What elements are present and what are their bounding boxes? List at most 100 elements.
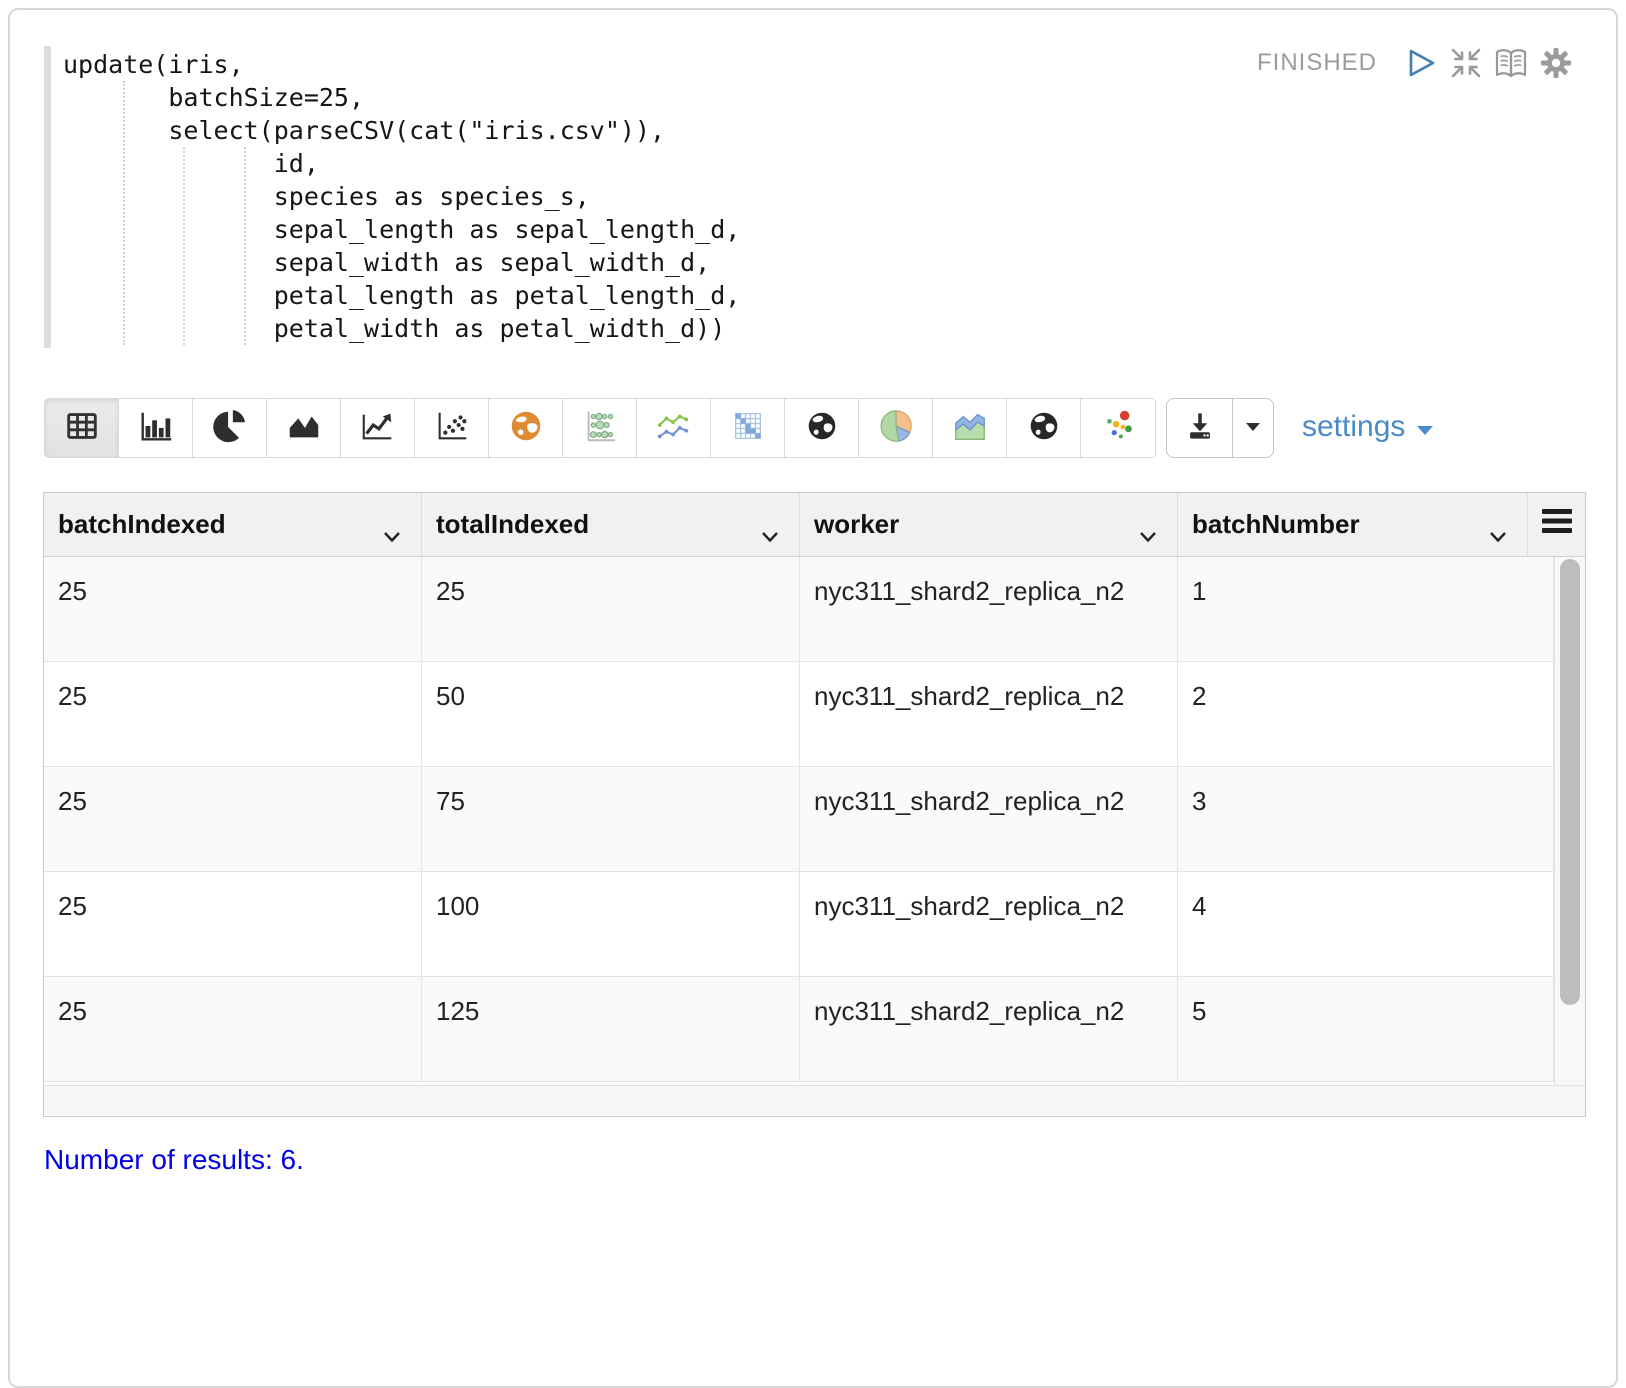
- code-line: id,: [63, 147, 740, 180]
- hamburger-menu-icon: [1541, 508, 1573, 541]
- cell-totalindexed: 25: [422, 557, 800, 661]
- code-line: sepal_length as sepal_length_d,: [63, 213, 740, 246]
- scrollbar-thumb[interactable]: [1560, 559, 1580, 1005]
- status-badge: FINISHED: [1257, 49, 1377, 77]
- table-header-row: batchIndexed totalIndexed worker batchNu…: [44, 493, 1585, 557]
- code-line: petal_width as petal_width_d)): [63, 312, 740, 345]
- scatter-color-button[interactable]: [1081, 399, 1155, 457]
- cell-worker: nyc311_shard2_replica_n2: [800, 557, 1178, 661]
- download-split-button: [1166, 398, 1274, 458]
- code-line: sepal_width as sepal_width_d,: [63, 246, 740, 279]
- map-globe-dark-2-button[interactable]: [1007, 399, 1081, 457]
- column-header-label: batchIndexed: [58, 509, 226, 540]
- pie-color-button[interactable]: [859, 399, 933, 457]
- table-button[interactable]: [45, 399, 119, 457]
- book-icon[interactable]: [1494, 47, 1528, 79]
- code-block: update(iris, batchSize=25, select(parseC…: [63, 48, 740, 345]
- area-chart-button[interactable]: [267, 399, 341, 457]
- chart-type-group: [44, 398, 1156, 458]
- editor-gutter-bar: [44, 46, 51, 348]
- download-icon: [1182, 408, 1218, 449]
- cell-totalindexed: 75: [422, 767, 800, 871]
- multi-line-chart-button[interactable]: [637, 399, 711, 457]
- column-header-label: batchNumber: [1192, 509, 1360, 540]
- table-row[interactable]: 25 50 nyc311_shard2_replica_n2 2: [44, 662, 1585, 767]
- column-header-label: worker: [814, 509, 899, 540]
- globe-dark-icon: [803, 407, 841, 450]
- table-footer-strip: [44, 1085, 1585, 1115]
- scatter-chart-button[interactable]: [415, 399, 489, 457]
- cell-worker: nyc311_shard2_replica_n2: [800, 977, 1178, 1081]
- chevron-down-icon[interactable]: [383, 519, 401, 550]
- table-row[interactable]: 25 100 nyc311_shard2_replica_n2 4: [44, 872, 1585, 977]
- cell-worker: nyc311_shard2_replica_n2: [800, 662, 1178, 766]
- cell-batchnumber: 1: [1178, 557, 1554, 661]
- stacked-area-button[interactable]: [933, 399, 1007, 457]
- map-globe-orange-button[interactable]: [489, 399, 563, 457]
- chevron-down-icon[interactable]: [1489, 519, 1507, 550]
- chevron-down-icon[interactable]: [1139, 519, 1157, 550]
- cell-totalindexed: 50: [422, 662, 800, 766]
- code-line: petal_length as petal_length_d,: [63, 279, 740, 312]
- code-line: species as species_s,: [63, 180, 740, 213]
- table-icon: [63, 407, 101, 450]
- cell-batchindexed: 25: [44, 872, 422, 976]
- globe-orange-icon: [507, 407, 545, 450]
- cell-batchnumber: 3: [1178, 767, 1554, 871]
- table-row[interactable]: 25 25 nyc311_shard2_replica_n2 1: [44, 557, 1585, 662]
- cell-batchnumber: 4: [1178, 872, 1554, 976]
- line-chart-button[interactable]: [341, 399, 415, 457]
- cell-batchindexed: 25: [44, 557, 422, 661]
- scatter-chart-icon: [433, 407, 471, 450]
- heatmap-icon: [729, 407, 767, 450]
- paragraph-controls: FINISHED: [1257, 44, 1573, 82]
- download-button[interactable]: [1167, 399, 1233, 457]
- bubble-matrix-button[interactable]: [563, 399, 637, 457]
- table-row[interactable]: 25 75 nyc311_shard2_replica_n2 3: [44, 767, 1585, 872]
- pie-chart-button[interactable]: [193, 399, 267, 457]
- caret-down-icon: [1245, 419, 1261, 437]
- bubble-matrix-icon: [581, 407, 619, 450]
- cell-batchnumber: 5: [1178, 977, 1554, 1081]
- cell-totalindexed: 125: [422, 977, 800, 1081]
- vertical-scrollbar[interactable]: [1554, 557, 1585, 1085]
- table-body[interactable]: 25 25 nyc311_shard2_replica_n2 1 25 50 n…: [44, 557, 1585, 1085]
- paragraph-card: update(iris, batchSize=25, select(parseC…: [8, 8, 1618, 1388]
- visualization-toolbar: settings: [10, 398, 1616, 458]
- play-icon[interactable]: [1404, 47, 1438, 79]
- cell-batchnumber: 2: [1178, 662, 1554, 766]
- cell-totalindexed: 100: [422, 872, 800, 976]
- cell-worker: nyc311_shard2_replica_n2: [800, 767, 1178, 871]
- results-count-text: Number of results: 6.: [44, 1144, 304, 1176]
- pie-color-icon: [877, 407, 915, 450]
- table-row[interactable]: 25 125 nyc311_shard2_replica_n2 5: [44, 977, 1585, 1082]
- settings-label: settings: [1302, 410, 1405, 444]
- bar-chart-button[interactable]: [119, 399, 193, 457]
- cell-worker: nyc311_shard2_replica_n2: [800, 872, 1178, 976]
- cell-batchindexed: 25: [44, 977, 422, 1081]
- chevron-down-icon[interactable]: [761, 519, 779, 550]
- caret-down-icon: [1416, 410, 1434, 444]
- scatter-color-icon: [1099, 407, 1137, 450]
- line-chart-icon: [359, 407, 397, 450]
- cell-batchindexed: 25: [44, 767, 422, 871]
- globe-dark-2-icon: [1025, 407, 1063, 450]
- map-globe-dark-button[interactable]: [785, 399, 859, 457]
- heatmap-button[interactable]: [711, 399, 785, 457]
- column-header-totalindexed[interactable]: totalIndexed: [422, 493, 800, 556]
- code-line: select(parseCSV(cat("iris.csv")),: [63, 114, 740, 147]
- column-header-batchindexed[interactable]: batchIndexed: [44, 493, 422, 556]
- bar-chart-icon: [137, 407, 175, 450]
- download-menu-button[interactable]: [1233, 399, 1273, 457]
- cell-batchindexed: 25: [44, 662, 422, 766]
- code-line: update(iris,: [63, 48, 740, 81]
- table-menu-button[interactable]: [1528, 493, 1585, 556]
- column-header-label: totalIndexed: [436, 509, 589, 540]
- gear-icon[interactable]: [1539, 47, 1573, 79]
- multi-line-chart-icon: [655, 407, 693, 450]
- column-header-batchnumber[interactable]: batchNumber: [1178, 493, 1528, 556]
- column-header-worker[interactable]: worker: [800, 493, 1178, 556]
- compress-icon[interactable]: [1449, 47, 1483, 79]
- area-chart-icon: [285, 407, 323, 450]
- settings-toggle[interactable]: settings: [1302, 410, 1434, 444]
